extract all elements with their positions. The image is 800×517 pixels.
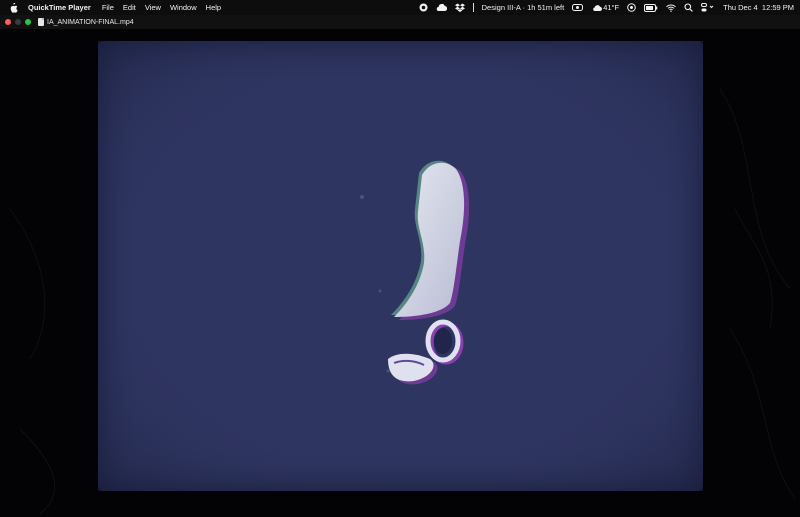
window-title[interactable]: IA_ANIMATION-FINAL.mp4	[47, 19, 134, 26]
close-button[interactable]	[5, 19, 11, 25]
weather-temperature[interactable]: 41°F	[603, 3, 619, 12]
calendar-event-status[interactable]: Design III-A · 1h 51m left	[482, 3, 565, 12]
clock[interactable]: Thu Dec 4 12:59 PM	[723, 3, 794, 12]
apple-icon[interactable]	[8, 2, 18, 13]
search-icon[interactable]	[684, 3, 693, 12]
menu-bar: QuickTime Player File Edit View Window H…	[0, 0, 800, 15]
timer-icon[interactable]	[572, 3, 584, 12]
control-center-icon[interactable]	[701, 3, 715, 12]
zoom-button[interactable]	[25, 19, 31, 25]
menu-help[interactable]: Help	[206, 3, 221, 12]
app-menu[interactable]: QuickTime Player	[28, 3, 91, 12]
menu-view[interactable]: View	[145, 3, 161, 12]
document-icon[interactable]	[38, 18, 44, 26]
window-titlebar[interactable]: IA_ANIMATION-FINAL.mp4	[0, 15, 800, 29]
dropbox-icon[interactable]	[454, 3, 465, 12]
record-icon[interactable]	[419, 3, 428, 12]
video-frame[interactable]	[98, 41, 703, 491]
wifi-icon[interactable]	[666, 4, 676, 12]
menu-edit[interactable]: Edit	[123, 3, 136, 12]
battery-icon[interactable]	[644, 3, 658, 12]
cloud-icon[interactable]	[592, 4, 603, 12]
play-circle-icon[interactable]	[627, 3, 636, 12]
video-viewport[interactable]	[0, 29, 800, 517]
menu-file[interactable]: File	[102, 3, 114, 12]
creative-cloud-icon[interactable]	[436, 3, 447, 12]
minimize-button[interactable]	[15, 19, 21, 25]
separator	[472, 3, 474, 12]
menu-window[interactable]: Window	[170, 3, 197, 12]
